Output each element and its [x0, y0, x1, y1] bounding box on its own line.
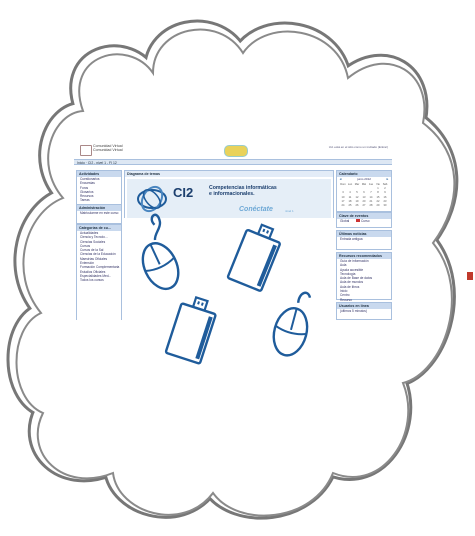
topics-diagram-title: Diagrama de temas [125, 171, 333, 177]
calendar-day-header: Sáb [382, 183, 388, 186]
calendar-day[interactable]: 6 [361, 191, 367, 194]
next-month-icon[interactable]: ► [386, 177, 391, 182]
admin-block: Administración Matricularme en este curs… [76, 204, 122, 224]
calendar-day-header: Mié [361, 183, 367, 186]
calendar-day[interactable]: 18 [347, 200, 353, 203]
calendar-day[interactable]: 14 [368, 196, 374, 199]
calendar-month-label: junio 2012 [357, 177, 371, 181]
ci2-title: CI2 [173, 185, 194, 200]
breadcrumb[interactable]: Inicio · CI2 - nivel 1 - FI 12 [74, 159, 392, 165]
calendar-day[interactable]: 29 [375, 204, 381, 207]
site-header: Comunidad Virtual Comunidad Virtual Ud. … [74, 142, 392, 158]
calendar-day[interactable]: 11 [347, 196, 353, 199]
conectate-title: Conéctate [239, 206, 273, 213]
calendar-day[interactable]: 12 [354, 196, 360, 199]
calendar-day-header: Jue [368, 183, 374, 186]
calendar-day[interactable]: 25 [347, 204, 353, 207]
calendar-day[interactable]: 1 [375, 187, 381, 190]
calendar-day[interactable]: 17 [340, 200, 346, 203]
course-banner: CI2 Competencias informáticas e informac… [127, 179, 331, 219]
calendar-day[interactable]: 23 [382, 200, 388, 203]
red-marker [467, 272, 473, 280]
ci2-knot-logo [137, 185, 167, 213]
calendar-day-header: Dom [340, 183, 346, 186]
logo-text-line2: Comunidad Virtual [93, 148, 123, 152]
prev-month-icon[interactable]: ◄ [337, 177, 342, 182]
activity-item[interactable]: Tareas [77, 198, 121, 202]
calendar-day [368, 187, 374, 190]
calendar-day-header: Lun [347, 183, 353, 186]
category-item[interactable]: Todos los cursos [77, 278, 121, 282]
calendar-day[interactable]: 19 [354, 200, 360, 203]
calendar-day[interactable]: 28 [368, 204, 374, 207]
calendar-day[interactable]: 22 [375, 200, 381, 203]
curso-swatch [356, 219, 361, 222]
calendar-day[interactable]: 26 [354, 204, 360, 207]
calendar-grid: Dom Lun Mar Mié Jue Vie Sáb 1 2 3 4 5 6 7 8 9 10 11 12 13 14… [337, 182, 391, 208]
nivel-label: nivel 1 [285, 209, 294, 213]
calendar-day[interactable]: 5 [354, 191, 360, 194]
site-logo-text: Comunidad Virtual Comunidad Virtual [93, 144, 153, 152]
calendar-day[interactable]: 3 [340, 191, 346, 194]
global-event-key[interactable]: Global [340, 219, 349, 223]
calendar-day[interactable]: 16 [382, 196, 388, 199]
course-event-key[interactable]: Curso [361, 219, 370, 223]
calendar-day [361, 187, 367, 190]
calendar-day[interactable]: 8 [375, 191, 381, 194]
sun-logo [224, 145, 248, 157]
calendar-day[interactable]: 7 [368, 191, 374, 194]
calendar-day[interactable]: 21 [368, 200, 374, 203]
calendar-day-header: Mar [354, 183, 360, 186]
center-column: Diagrama de temas CI2 Competencias infor… [124, 170, 334, 320]
calendar-day[interactable]: 24 [340, 204, 346, 207]
calendar-day[interactable]: 2 [382, 187, 388, 190]
calendar-day-header: Vie [376, 183, 380, 186]
events-key-items: Global Curso [337, 219, 391, 224]
calendar-block: Calendario ◄ junio 2012 ► Dom Lun Mar Mié Ju… [336, 170, 392, 212]
login-info-link[interactable]: Ud. está en el sitio como un invitado (E… [329, 145, 388, 149]
calendar-day [354, 187, 360, 190]
categories-block: Categorías de cu... Actualidades Ciencia… [76, 224, 122, 320]
calendar-day[interactable]: 10 [340, 196, 346, 199]
online-users-item: (últimos 5 minutos) [340, 309, 367, 313]
calendar-day[interactable]: 27 [361, 204, 367, 207]
site-logo[interactable] [80, 145, 92, 156]
moodle-screenshot: Comunidad Virtual Comunidad Virtual Ud. … [74, 142, 392, 320]
news-block: Últimas noticias Entrada antigua [336, 230, 392, 250]
competencias-title: Competencias informáticas e informaciona… [209, 185, 299, 197]
calendar-day[interactable]: 15 [375, 196, 381, 199]
calendar-day[interactable]: 20 [361, 200, 367, 203]
online-users-block: Usuarios en línea (últimos 5 minutos) [336, 302, 392, 320]
events-key-block: Clave de eventos Global Curso [336, 212, 392, 228]
calendar-day[interactable]: 9 [382, 191, 388, 194]
competencias-line2: e informacionales. [209, 190, 255, 197]
calendar-day[interactable]: 30 [382, 204, 388, 207]
news-item[interactable]: Entrada antigua [337, 237, 391, 242]
resources-block: Recursos recomendados Guía de informació… [336, 252, 392, 302]
calendar-day[interactable]: 13 [361, 196, 367, 199]
enrol-link[interactable]: Matricularme en este curso [77, 211, 121, 215]
calendar-day [347, 187, 353, 190]
calendar-day [340, 187, 346, 190]
calendar-day[interactable]: 4 [347, 191, 353, 194]
